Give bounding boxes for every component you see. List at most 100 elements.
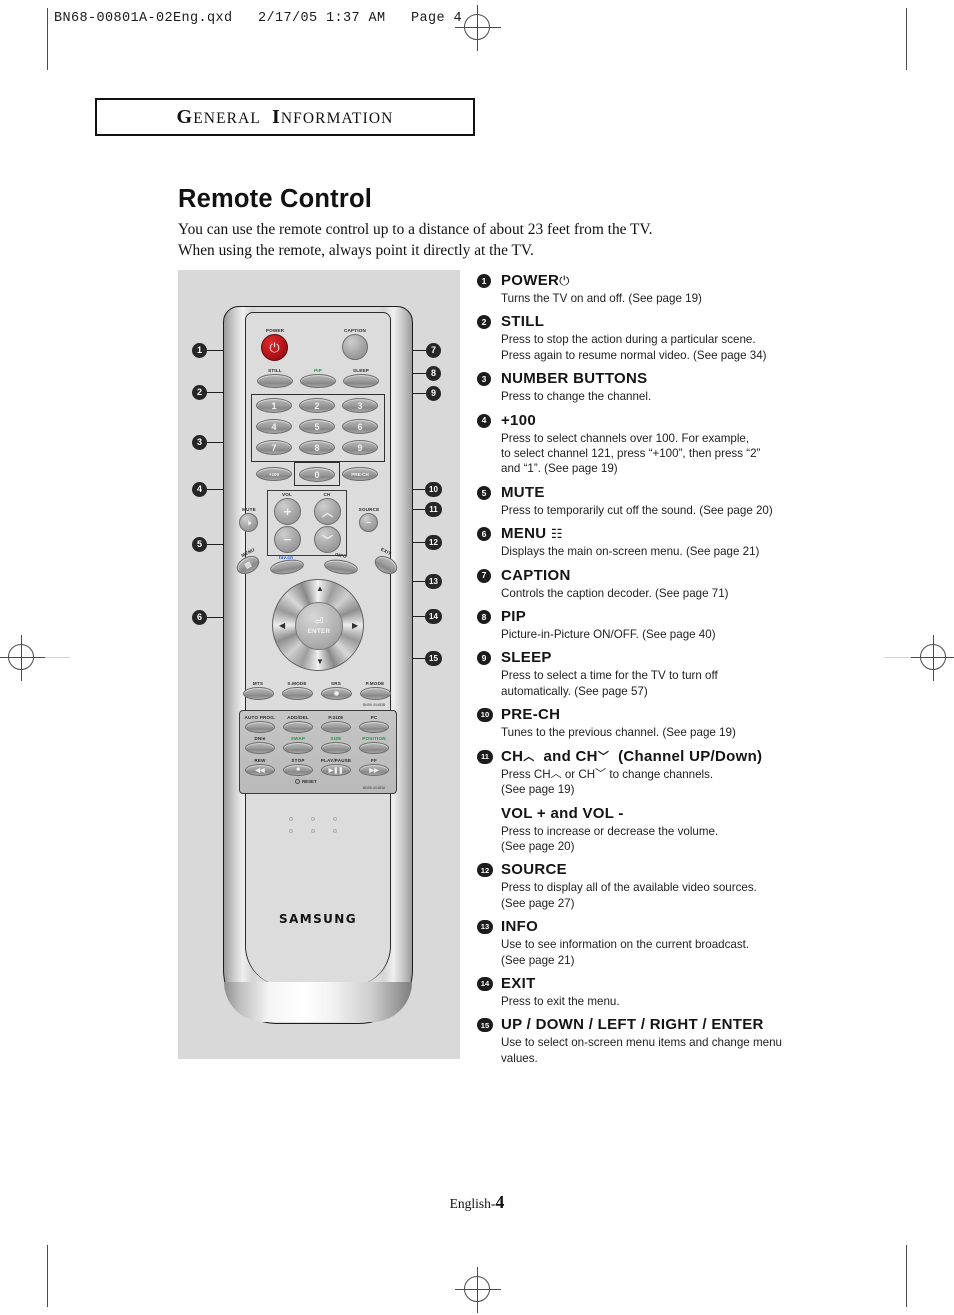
callout-15: 15 [425,651,442,666]
legend-title: STILL [501,313,545,331]
prech-button[interactable]: PRE-CH [342,467,378,481]
chapter-initial-i: I [271,105,281,128]
source-button[interactable]: − [359,513,378,532]
smode-button[interactable] [282,687,313,700]
reset-control[interactable]: RESET [295,779,317,784]
legend-body: Press to display all of the available vi… [501,881,757,910]
volume-up-button[interactable]: + [274,498,301,525]
pc-button[interactable] [359,721,389,733]
nav-left-arrow[interactable]: ◀ [279,622,285,630]
samsung-logo: SAMSUNG [279,912,357,926]
legend-subtitle-vol: VOL + and VOL - [501,804,624,822]
chevron-up-icon: ︿ [550,767,562,780]
enter-icon: ⏎ [314,616,324,628]
remote-bottom-band [224,982,412,1022]
legend-bullet: 8 [477,610,491,625]
power-button[interactable]: ⏻ [261,334,288,361]
dnie-label: DNIe [254,736,266,741]
chapter-banner: GENERAL INFORMATION [95,98,475,136]
nav-right-arrow[interactable]: ▶ [352,622,358,630]
stop-button[interactable]: ■ [283,764,313,776]
legend-bullet: 12 [477,863,493,878]
plus100-button[interactable]: +100 [256,467,292,481]
legend-bullet: 10 [477,708,493,723]
ff-button[interactable]: ▶▶ [359,764,389,776]
chevron-down-icon: ﹀ [597,750,610,763]
mts-button[interactable] [243,687,274,700]
caption-label: CAPTION [343,328,367,333]
play-pause-label: PLAY/PAUSE [320,758,352,763]
caption-button[interactable] [342,334,368,360]
mute-button[interactable]: 🕨 [239,513,258,532]
channel-up-button[interactable]: ︿ [314,498,341,525]
callout-11: 11 [425,502,442,517]
legend-item-10: 10 PRE-CH Tunes to the previous channel.… [477,706,897,740]
legend-body: Use to select on-screen menu items and c… [501,1036,782,1065]
rew-button[interactable]: ◀◀ [245,764,275,776]
model-code-top: BN59-00483B [363,703,386,707]
psize-button[interactable] [321,721,351,733]
legend-item-11: 11 CH︿ and CH﹀ (Channel UP/Down) Press C… [477,748,897,855]
zero-button[interactable]: 0 [299,467,335,482]
legend-body: Press CH︿ or CH﹀ to change channels. (See… [501,767,714,797]
swap-button[interactable] [283,742,313,754]
size-button[interactable] [321,742,351,754]
speaker-hole [289,817,293,821]
enter-button[interactable]: ⏎ ENTER [295,602,343,650]
legend-bullet: 9 [477,651,491,666]
still-label: STILL [268,368,282,373]
nav-down-arrow[interactable]: ▼ [316,658,324,666]
number-button-4[interactable]: 4 [256,419,292,434]
reset-dot-icon [295,779,300,784]
number-button-9[interactable]: 9 [342,440,378,455]
legend-item-15: 15 UP / DOWN / LEFT / RIGHT / ENTER Use … [477,1016,897,1066]
add-del-button[interactable] [283,721,313,733]
enter-label: ENTER [307,628,331,635]
number-button-1[interactable]: 1 [256,398,292,413]
intro-paragraph: You can use the remote control up to a d… [178,220,798,261]
dnie-button[interactable] [245,742,275,754]
nav-up-arrow[interactable]: ▲ [316,585,324,593]
legend-body: Press to select channels over 100. For e… [501,431,761,476]
number-button-5[interactable]: 5 [299,419,335,434]
page-footer: English-4 [0,1192,954,1213]
remote-control-illustration: POWER ⏻ CAPTION STILL PIP SLEEP 1 2 3 4 … [223,306,413,1024]
still-button[interactable] [257,374,293,388]
swap-label: SWAP [290,736,306,741]
number-button-7[interactable]: 7 [256,440,292,455]
pip-button[interactable] [300,374,336,388]
navigation-wheel[interactable]: ▲ ▼ ◀ ▶ ⏎ ENTER [272,579,364,671]
position-button[interactable] [359,742,389,754]
legend-body-vol: Press to increase or decrease the volume… [501,824,719,853]
pmode-button[interactable] [360,687,391,700]
legend-bullet: 13 [477,920,493,935]
legend-title: NUMBER BUTTONS [501,370,648,388]
play-pause-button[interactable]: ▶❚❚ [321,764,351,776]
auto-prog-label: AUTO PROG. [244,715,276,720]
sleep-button[interactable] [343,374,379,388]
speaker-hole [311,817,315,821]
legend-item-8: 8 PIP Picture-in-Picture ON/OFF. (See pa… [477,608,897,642]
number-button-2[interactable]: 2 [299,398,335,413]
legend-bullet: 1 [477,274,491,288]
volume-down-button[interactable]: − [274,526,301,553]
legend-body: Tunes to the previous channel. (See page… [501,726,736,740]
chapter-initial-g: G [176,105,194,128]
pc-label: PC [370,715,378,720]
channel-down-button[interactable]: ﹀ [314,526,341,553]
speaker-hole [333,817,337,821]
srs-button[interactable]: ◉ [321,687,352,700]
auto-prog-button[interactable] [245,721,275,733]
page-title: Remote Control [178,185,373,213]
psize-label: P.SIZE [328,715,344,720]
legend-bullet: 11 [477,749,493,764]
legend-body: Picture-in-Picture ON/OFF. (See page 40) [501,628,716,642]
number-button-3[interactable]: 3 [342,398,378,413]
number-button-6[interactable]: 6 [342,419,378,434]
power-icon: ⏻ [559,273,570,288]
callout-8: 8 [426,366,441,381]
legend-title: CAPTION [501,566,571,584]
number-button-8[interactable]: 8 [299,440,335,455]
callout-14: 14 [425,609,442,624]
legend-title: UP / DOWN / LEFT / RIGHT / ENTER [501,1016,764,1034]
